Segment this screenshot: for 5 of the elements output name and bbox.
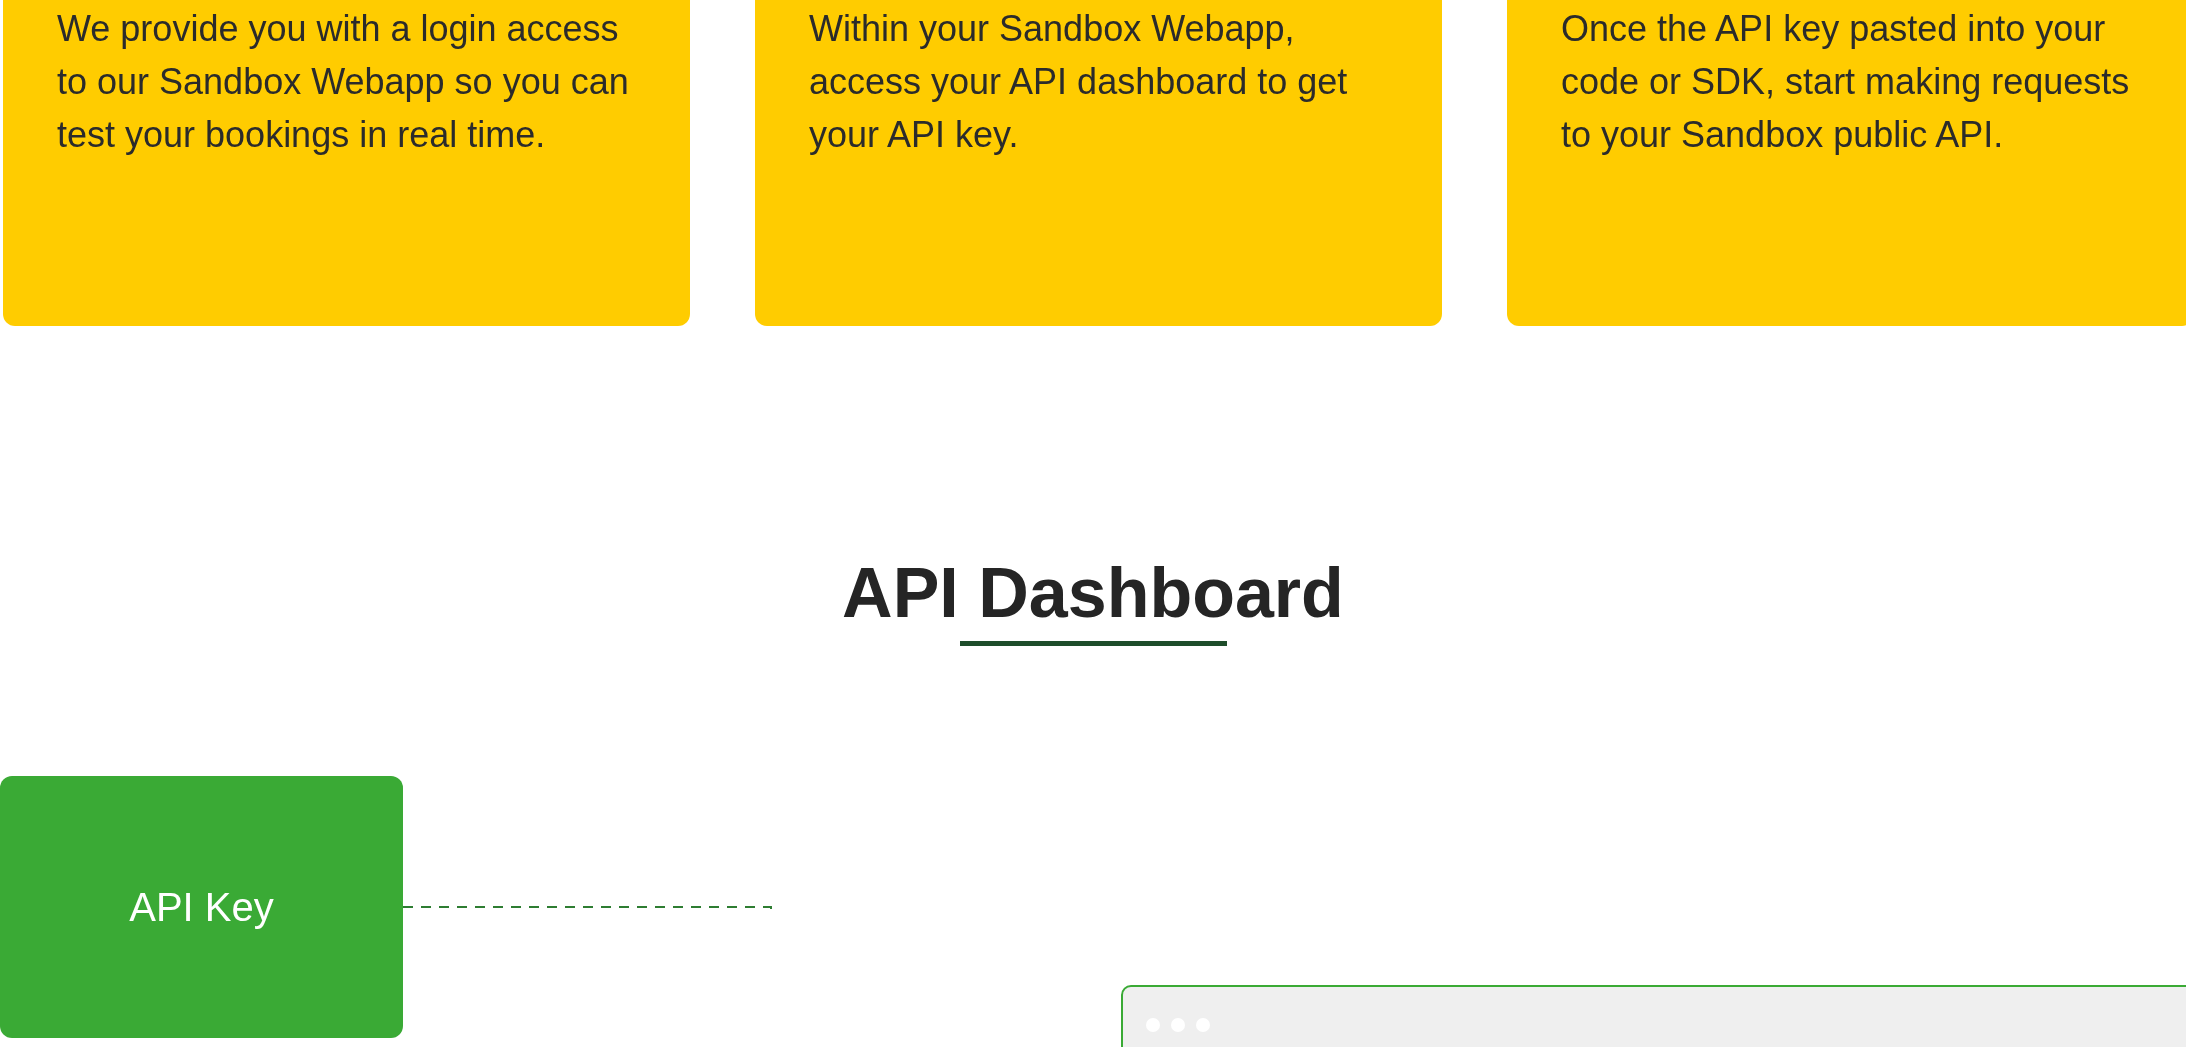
section-heading: API Dashboard	[842, 553, 1344, 634]
step-description: Once the API key pasted into your code or SDK, start making requests to your Sandbox public API.	[1561, 7, 2131, 157]
step-description: We provide you with a login access to our Sandbox Webapp so you can test your bookings in real time.	[57, 7, 630, 157]
api-key-label: API Key	[129, 884, 274, 930]
step-description: Within your Sandbox Webapp, access your API dashboard to get your API key.	[809, 7, 1349, 157]
